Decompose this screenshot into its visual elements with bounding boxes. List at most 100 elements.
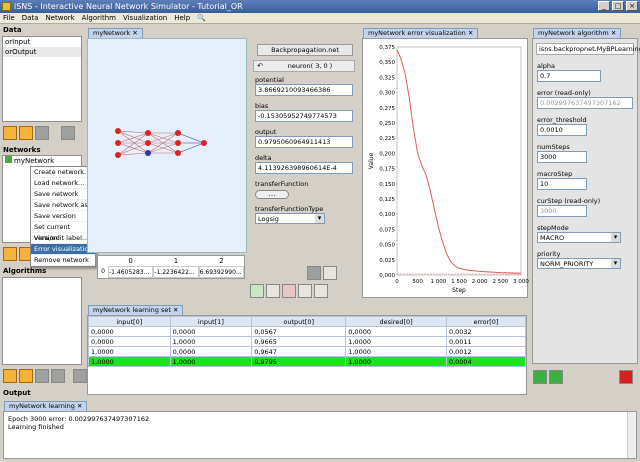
delete-button[interactable] xyxy=(307,266,321,280)
column-header[interactable]: input[0] xyxy=(88,316,171,327)
menu-remove-network[interactable]: Remove network xyxy=(31,255,95,266)
y-tick-label: 0,150 xyxy=(379,182,395,188)
close-tab-icon[interactable]: ✕ xyxy=(611,29,616,37)
cur-step-field: 3000 xyxy=(537,205,587,217)
close-tab-icon[interactable]: ✕ xyxy=(77,402,82,410)
priority-select[interactable]: NORM_PRIORITY xyxy=(537,258,621,269)
neuron[interactable] xyxy=(201,140,207,146)
menu-algorithm[interactable]: Algorithm xyxy=(82,13,116,23)
transfer-function-button[interactable]: … xyxy=(255,190,289,199)
step-mode-select[interactable]: MACRO xyxy=(537,232,621,243)
back-arrow-icon[interactable]: ↶ xyxy=(254,62,266,70)
menu-save-version[interactable]: Save version xyxy=(31,211,95,222)
bias-field[interactable]: -0.15305952749774573 xyxy=(255,110,353,122)
tool-arrow-button[interactable] xyxy=(250,284,264,298)
table-cell[interactable]: -1.4605283... xyxy=(108,266,154,278)
transfer-function-type-select[interactable]: Logsig xyxy=(255,213,325,224)
tab-algorithm[interactable]: myNetwork algorithm ✕ xyxy=(533,28,622,38)
neuron[interactable] xyxy=(115,128,121,134)
menu-file[interactable]: File xyxy=(3,13,15,23)
close-button[interactable]: × xyxy=(626,1,638,11)
menu-error-visualization[interactable]: Error visualization xyxy=(31,244,95,255)
tab-output-learning[interactable]: myNetwork learning ✕ xyxy=(4,401,88,411)
network-item-mynetwork[interactable]: myNetwork xyxy=(3,156,81,166)
table-row[interactable]: 1,0000 0,0000 0,9647 1,0000 0,0012 xyxy=(88,346,527,357)
header-row: input[0] input[1] output[0] desired[0] e… xyxy=(88,316,527,327)
search-icon[interactable]: 🔍 xyxy=(197,13,206,23)
menu-visualization[interactable]: Visualization xyxy=(123,13,167,23)
neuron[interactable] xyxy=(175,140,181,146)
neuron-label: neuron( 3, 0 ) xyxy=(287,62,333,70)
close-tab-icon[interactable]: ✕ xyxy=(468,29,473,37)
tab-learning-set[interactable]: myNetwork learning set ✕ xyxy=(88,305,184,315)
cross-button[interactable] xyxy=(323,266,337,280)
maximize-button[interactable]: □ xyxy=(612,1,624,11)
close-tab-icon[interactable]: ✕ xyxy=(173,306,178,314)
menu-create-network[interactable]: Create network... xyxy=(31,167,95,178)
potential-field[interactable]: 3.8669210093466386 xyxy=(255,84,353,96)
saveas-algorithm-button[interactable] xyxy=(51,369,65,383)
neuron[interactable] xyxy=(115,152,121,158)
close-tab-icon[interactable]: ✕ xyxy=(132,29,137,37)
field-label: alpha xyxy=(537,62,556,70)
table-cell: 0,0011 xyxy=(445,336,527,347)
open-algorithm-button[interactable] xyxy=(19,369,33,383)
priority-label: priority xyxy=(537,250,561,258)
column-header[interactable]: output[0] xyxy=(251,316,347,327)
log-scrollbar[interactable] xyxy=(627,412,636,458)
tool-add-button[interactable] xyxy=(314,284,328,298)
alpha-field[interactable]: 0.7 xyxy=(537,70,601,82)
table-cell[interactable]: -1.2236422... xyxy=(153,266,199,278)
output-field[interactable]: 0.9795060964911413 xyxy=(255,136,353,148)
neuron[interactable] xyxy=(175,130,181,136)
network-toolbar xyxy=(250,284,330,300)
table-row[interactable]: 0,0000 1,0000 0,9665 1,0000 0,0011 xyxy=(88,336,527,347)
neuron[interactable] xyxy=(145,150,151,156)
tool-link-button[interactable] xyxy=(282,284,296,298)
num-steps-field[interactable]: 3000 xyxy=(537,151,587,163)
menu-network[interactable]: Network xyxy=(45,13,74,23)
data-item-orinput[interactable]: orInput xyxy=(3,37,81,47)
new-data-button[interactable] xyxy=(3,126,17,140)
save-algorithm-button[interactable] xyxy=(35,369,49,383)
table-row[interactable]: 0,0000 0,0000 0,0567 0,0000 0,0032 xyxy=(88,326,527,337)
x-tick-label: 500 xyxy=(412,279,423,285)
menu-set-current-version[interactable]: Set current version xyxy=(31,222,95,242)
menu-view-edit-label[interactable]: View/edit label... xyxy=(31,233,95,244)
run-button[interactable] xyxy=(533,370,547,384)
remove-data-button[interactable] xyxy=(61,126,75,140)
table-cell: 1,0000 xyxy=(345,346,447,357)
tool-layer-button[interactable] xyxy=(298,284,312,298)
column-header[interactable]: error[0] xyxy=(445,316,527,327)
stop-button[interactable] xyxy=(619,370,633,384)
table-row: 0 -1.4605283... -1.2236422... 6.69392990… xyxy=(98,266,244,278)
macro-step-field[interactable]: 10 xyxy=(537,178,587,190)
remove-algorithm-button[interactable] xyxy=(73,369,87,383)
tab-error-visualization[interactable]: myNetwork error visualization ✕ xyxy=(363,28,479,38)
step-button[interactable] xyxy=(549,370,563,384)
column-header[interactable]: desired[0] xyxy=(345,316,447,327)
table-cell[interactable]: 6.69392990... xyxy=(198,266,244,278)
new-algorithm-button[interactable] xyxy=(3,369,17,383)
menu-save-network[interactable]: Save network xyxy=(31,189,95,200)
field-label: bias xyxy=(255,102,269,110)
column-header[interactable]: input[1] xyxy=(169,316,253,327)
menu-help[interactable]: Help xyxy=(174,13,190,23)
menu-save-network-as[interactable]: Save network as... xyxy=(31,200,95,211)
tool-neuron-button[interactable] xyxy=(266,284,280,298)
table-row-selected[interactable]: 1,0000 1,0000 0,9795 1,0000 0,0004 xyxy=(88,356,527,367)
neuron[interactable] xyxy=(115,140,121,146)
menu-load-network[interactable]: Load network... xyxy=(31,178,95,189)
error-threshold-field[interactable]: 0.0010 xyxy=(537,124,587,136)
minimize-button[interactable]: _ xyxy=(598,1,610,11)
neuron[interactable] xyxy=(175,150,181,156)
neuron[interactable] xyxy=(145,130,151,136)
tab-mynetwork[interactable]: myNetwork ✕ xyxy=(88,28,143,38)
save-data-button[interactable] xyxy=(35,126,49,140)
data-item-oroutput[interactable]: orOutput xyxy=(3,47,81,57)
new-network-button[interactable] xyxy=(3,247,17,261)
open-data-button[interactable] xyxy=(19,126,33,140)
menu-data[interactable]: Data xyxy=(22,13,39,23)
delta-field[interactable]: 4.113926398960614E-4 xyxy=(255,162,353,174)
neuron[interactable] xyxy=(145,140,151,146)
